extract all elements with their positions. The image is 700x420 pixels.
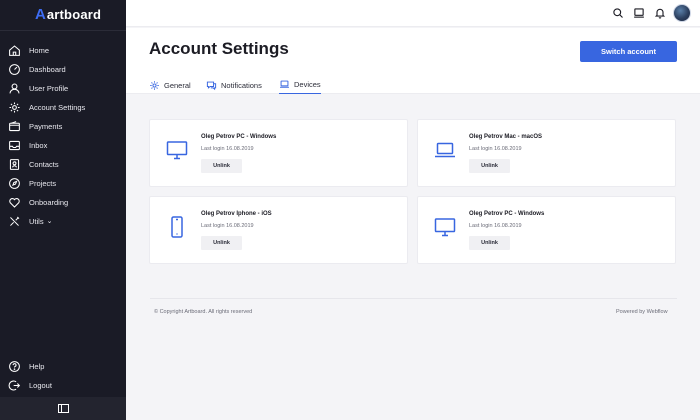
sidebar-item-utils[interactable]: Utils ⌄ [0,212,126,230]
sidebar-item-label: Dashboard [29,64,66,74]
sidebar-item-label: Payments [29,121,63,131]
device-card: Oleg Petrov Mac - macOS Last login 16.08… [417,119,676,187]
sidebar-item-label: Contacts [29,159,59,169]
topbar [126,0,700,27]
device-name: Oleg Petrov PC - Windows [469,211,545,217]
switch-account-button[interactable]: Switch account [580,41,677,62]
rocket-icon [8,177,21,190]
device-name: Oleg Petrov Mac - macOS [469,134,543,140]
sidebar-toggle-icon [57,400,69,418]
avatar[interactable] [673,4,691,22]
help-icon [8,360,21,373]
device-name: Oleg Petrov PC - Windows [201,134,277,140]
devices-icon [280,80,289,88]
sidebar-item-inbox[interactable]: Inbox [0,136,126,154]
sidebar-item-label: Utils [29,216,44,226]
page-title: Account Settings [149,39,289,58]
sidebar-divider [0,30,126,31]
unlink-button[interactable]: Unlink [201,236,242,250]
sidebar-item-label: Inbox [29,140,48,150]
device-card: Oleg Petrov Iphone - iOS Last login 16.0… [149,196,408,264]
bell-icon[interactable] [653,6,667,20]
brand-logo[interactable]: A artboard [35,5,101,23]
sidebar-item-projects[interactable]: Projects [0,174,126,192]
sidebar-item-user-profile[interactable]: User Profile [0,79,126,97]
sidebar-collapse-button[interactable] [0,397,126,420]
unlink-button[interactable]: Unlink [469,236,510,250]
laptop-icon [431,136,459,164]
desktop-icon [431,213,459,241]
device-card: Oleg Petrov PC - Windows Last login 16.0… [417,196,676,264]
logout-icon [8,379,21,392]
gear-icon [150,80,159,90]
tab-label: General [164,80,191,90]
sidebar-item-label: User Profile [29,83,69,93]
footer-powered-by[interactable]: Powered by Webflow [616,309,668,315]
device-last-login: Last login 16.08.2019 [469,223,522,229]
inbox-icon [8,139,21,152]
tab-devices[interactable]: Devices [279,76,321,94]
device-last-login: Last login 16.08.2019 [201,146,254,152]
desktop-icon [163,136,191,164]
sidebar-item-home[interactable]: Home [0,41,126,59]
unlink-button[interactable]: Unlink [201,159,242,173]
brand-name: artboard [46,6,102,22]
footer-copyright: © Copyright Artboard. All rights reserve… [154,309,253,315]
phone-icon [163,213,191,241]
sidebar: A artboard Home Dashboard User Profile A… [0,0,126,420]
device-name: Oleg Petrov Iphone - iOS [201,211,272,217]
device-last-login: Last login 16.08.2019 [469,146,522,152]
sidebar-item-payments[interactable]: Payments [0,117,126,135]
sidebar-item-dashboard[interactable]: Dashboard [0,60,126,78]
sidebar-item-logout[interactable]: Logout [0,376,126,394]
user-icon [8,82,21,95]
gear-icon [8,101,21,114]
device-last-login: Last login 16.08.2019 [201,223,254,229]
sidebar-item-label: Onboarding [29,197,69,207]
contacts-icon [8,158,21,171]
sidebar-item-label: Home [29,45,50,55]
unlink-button[interactable]: Unlink [469,159,510,173]
dashboard-icon [8,63,21,76]
brand-mark: A [35,5,46,23]
sidebar-item-help[interactable]: Help [0,357,126,375]
sidebar-item-account-settings[interactable]: Account Settings [0,98,126,116]
page-header: Account Settings Switch account General … [126,28,700,94]
sidebar-item-label: Logout [29,380,52,390]
footer-divider [150,298,677,299]
home-icon [8,44,21,57]
search-icon[interactable] [611,6,625,20]
monitor-icon[interactable] [632,6,646,20]
tab-label: Devices [294,80,321,89]
chevron-down-icon: ⌄ [46,218,53,225]
sidebar-item-label: Help [29,361,45,371]
chat-icon [206,81,217,90]
tools-icon [8,215,21,228]
wallet-icon [8,120,21,133]
tab-general[interactable]: General [149,76,191,94]
sidebar-item-label: Projects [29,178,57,188]
tab-label: Notifications [221,80,262,90]
heart-icon [8,196,21,209]
sidebar-item-onboarding[interactable]: Onboarding [0,193,126,211]
sidebar-item-contacts[interactable]: Contacts [0,155,126,173]
tab-notifications[interactable]: Notifications [206,76,262,94]
sidebar-item-label: Account Settings [29,102,86,112]
device-card: Oleg Petrov PC - Windows Last login 16.0… [149,119,408,187]
